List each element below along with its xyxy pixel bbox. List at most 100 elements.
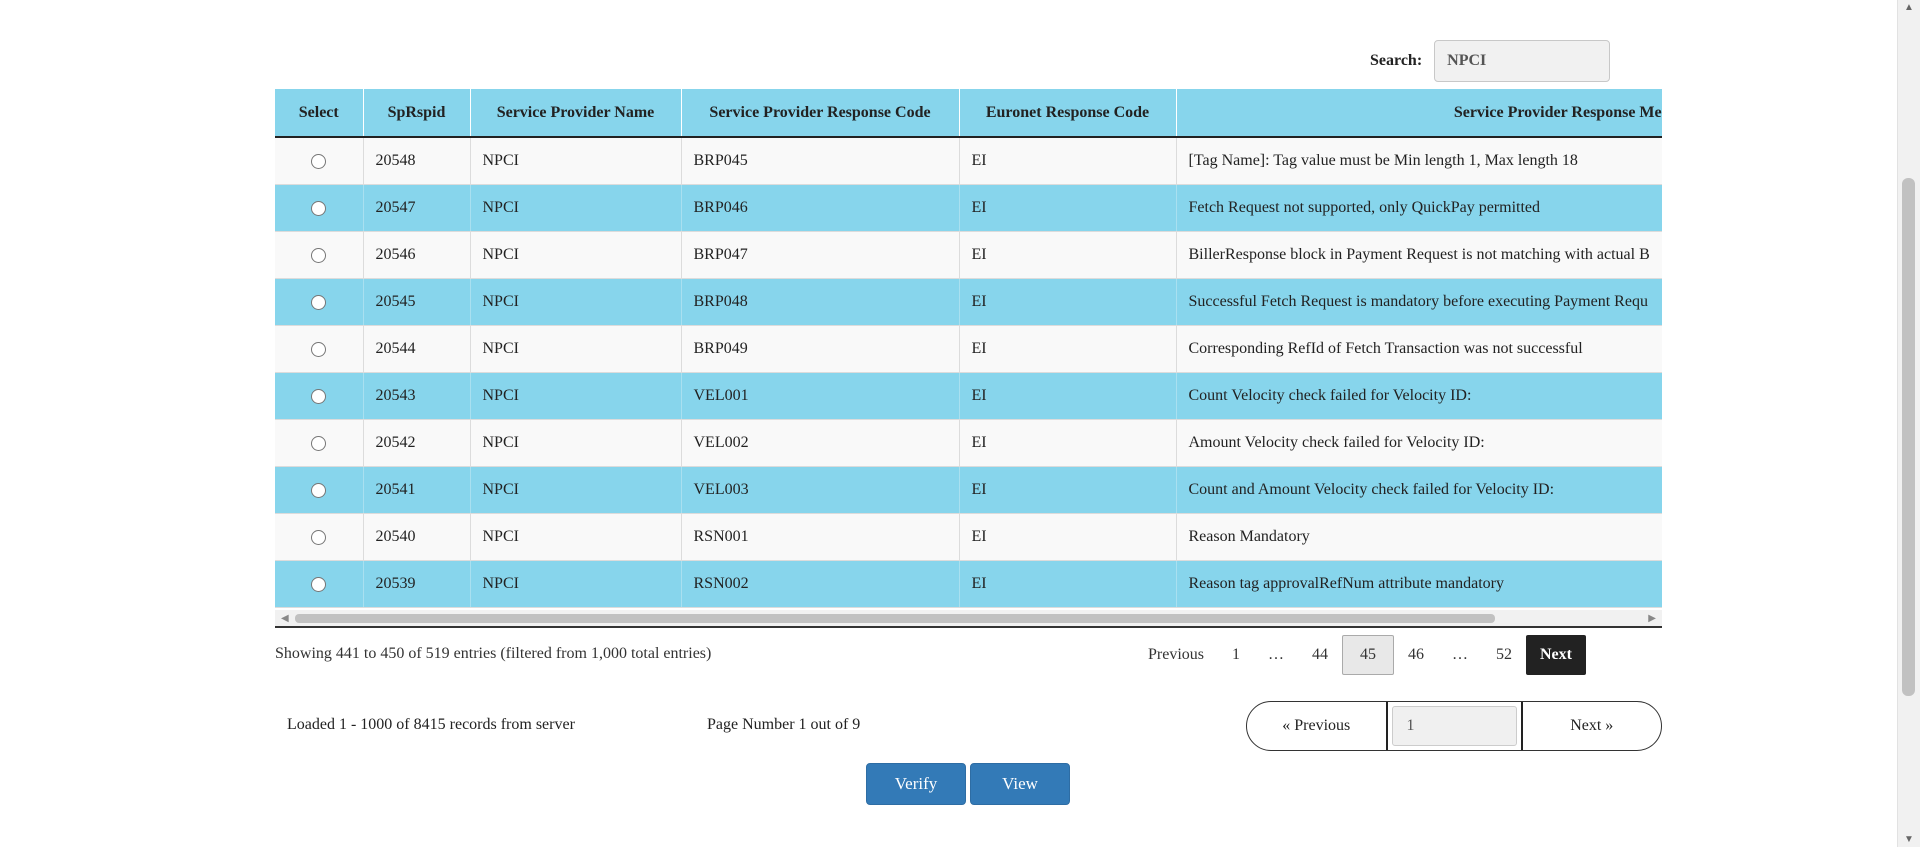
verify-button[interactable]: Verify [866, 763, 966, 805]
page: Search: Select SpRspid Service Provider … [0, 0, 1898, 847]
server-previous-button[interactable]: « Previous [1247, 702, 1386, 750]
vertical-scroll-thumb[interactable] [1902, 178, 1915, 696]
server-page-box [1385, 702, 1523, 750]
search-bar: Search: [1370, 40, 1611, 82]
row-select-radio[interactable] [311, 153, 327, 169]
select-cell[interactable] [275, 419, 364, 467]
row-select-radio[interactable] [311, 529, 327, 545]
select-cell[interactable] [275, 325, 364, 373]
provider-name-cell: NPCI [470, 372, 682, 420]
provider-name-cell: NPCI [470, 419, 682, 467]
euronet-code-cell: EI [959, 184, 1177, 232]
pagination-page[interactable]: 52 [1482, 635, 1526, 675]
pagination-page-current[interactable]: 45 [1342, 635, 1394, 675]
select-cell[interactable] [275, 466, 364, 514]
table-row[interactable]: 20540 NPCI RSN001 EI Reason Mandatory [275, 513, 1662, 561]
pagination-page[interactable]: 1 [1218, 635, 1254, 675]
select-cell[interactable] [275, 513, 364, 561]
row-select-radio[interactable] [311, 341, 327, 357]
row-select-radio[interactable] [311, 482, 327, 498]
row-select-radio[interactable] [311, 388, 327, 404]
select-cell[interactable] [275, 184, 364, 232]
row-select-radio[interactable] [311, 435, 327, 451]
column-header-sprspid[interactable]: SpRspid [363, 89, 471, 138]
message-cell: Successful Fetch Request is mandatory be… [1176, 278, 1662, 326]
message-cell: BillerResponse block in Payment Request … [1176, 231, 1662, 279]
sprspid-cell: 20545 [363, 278, 471, 326]
pagination-next[interactable]: Next [1526, 635, 1586, 675]
response-code-table: Select SpRspid Service Provider Name Ser… [275, 89, 1662, 608]
message-cell: Fetch Request not supported, only QuickP… [1176, 184, 1662, 232]
euronet-code-cell: EI [959, 372, 1177, 420]
provider-name-cell: NPCI [470, 466, 682, 514]
sprspid-cell: 20546 [363, 231, 471, 279]
provider-code-cell: BRP049 [681, 325, 960, 373]
message-cell: Corresponding RefId of Fetch Transaction… [1176, 325, 1662, 373]
horizontal-scroll-thumb[interactable] [295, 614, 1495, 623]
column-header-service-provider-response-code[interactable]: Service Provider Response Code [681, 89, 960, 138]
sprspid-cell: 20543 [363, 372, 471, 420]
provider-code-cell: VEL001 [681, 372, 960, 420]
table-row[interactable]: 20545 NPCI BRP048 EI Successful Fetch Re… [275, 278, 1662, 326]
column-header-select[interactable]: Select [275, 89, 364, 138]
table-row[interactable]: 20542 NPCI VEL002 EI Amount Velocity che… [275, 419, 1662, 467]
select-cell[interactable] [275, 372, 364, 420]
scroll-down-arrow-icon[interactable]: ▼ [1904, 834, 1914, 845]
euronet-code-cell: EI [959, 137, 1177, 185]
pagination-previous[interactable]: Previous [1134, 635, 1218, 675]
scroll-right-arrow-icon[interactable]: ▶ [1648, 613, 1656, 624]
table-row[interactable]: 20547 NPCI BRP046 EI Fetch Request not s… [275, 184, 1662, 232]
euronet-code-cell: EI [959, 466, 1177, 514]
table-row[interactable]: 20548 NPCI BRP045 EI [Tag Name]: Tag val… [275, 137, 1662, 185]
page-vertical-scrollbar[interactable]: ▲ ▼ [1897, 0, 1920, 847]
column-header-service-provider-name[interactable]: Service Provider Name [470, 89, 682, 138]
pagination-ellipsis: … [1452, 646, 1468, 663]
table-horizontal-scrollbar[interactable]: ◀ ▶ [275, 610, 1662, 628]
pagination-page[interactable]: 44 [1298, 635, 1342, 675]
search-input[interactable] [1434, 40, 1611, 82]
row-select-radio[interactable] [311, 294, 327, 310]
provider-name-cell: NPCI [470, 184, 682, 232]
table-row[interactable]: 20541 NPCI VEL003 EI Count and Amount Ve… [275, 466, 1662, 514]
pagination-page[interactable]: 46 [1394, 635, 1438, 675]
table-row[interactable]: 20544 NPCI BRP049 EI Corresponding RefId… [275, 325, 1662, 373]
euronet-code-cell: EI [959, 513, 1177, 561]
sprspid-cell: 20542 [363, 419, 471, 467]
provider-name-cell: NPCI [470, 560, 682, 608]
pagination-ellipsis: … [1268, 646, 1284, 663]
scroll-left-arrow-icon[interactable]: ◀ [281, 613, 289, 624]
provider-name-cell: NPCI [470, 513, 682, 561]
provider-name-cell: NPCI [470, 325, 682, 373]
provider-code-cell: VEL002 [681, 419, 960, 467]
select-cell[interactable] [275, 560, 364, 608]
server-page-input[interactable] [1391, 706, 1517, 746]
sprspid-cell: 20539 [363, 560, 471, 608]
column-header-euronet-response-code[interactable]: Euronet Response Code [959, 89, 1177, 138]
row-select-radio[interactable] [311, 576, 327, 592]
euronet-code-cell: EI [959, 560, 1177, 608]
select-cell[interactable] [275, 137, 364, 185]
table-header-row: Select SpRspid Service Provider Name Ser… [275, 89, 1662, 138]
row-select-radio[interactable] [311, 200, 327, 216]
table-row[interactable]: 20539 NPCI RSN002 EI Reason tag approval… [275, 560, 1662, 608]
message-cell: Count and Amount Velocity check failed f… [1176, 466, 1662, 514]
sprspid-cell: 20540 [363, 513, 471, 561]
table-row[interactable]: 20546 NPCI BRP047 EI BillerResponse bloc… [275, 231, 1662, 279]
table-row[interactable]: 20543 NPCI VEL001 EI Count Velocity chec… [275, 372, 1662, 420]
select-cell[interactable] [275, 231, 364, 279]
select-cell[interactable] [275, 278, 364, 326]
sprspid-cell: 20544 [363, 325, 471, 373]
view-button[interactable]: View [970, 763, 1070, 805]
provider-code-cell: BRP046 [681, 184, 960, 232]
row-select-radio[interactable] [311, 247, 327, 263]
euronet-code-cell: EI [959, 278, 1177, 326]
provider-name-cell: NPCI [470, 231, 682, 279]
scroll-up-arrow-icon[interactable]: ▲ [1904, 2, 1914, 13]
server-next-button[interactable]: Next » [1523, 702, 1662, 750]
column-header-service-provider-response-message[interactable]: Service Provider Response Message [1176, 89, 1662, 138]
provider-code-cell: RSN001 [681, 513, 960, 561]
euronet-code-cell: EI [959, 419, 1177, 467]
provider-code-cell: BRP047 [681, 231, 960, 279]
sprspid-cell: 20548 [363, 137, 471, 185]
server-page-number: Page Number 1 out of 9 [707, 716, 861, 733]
